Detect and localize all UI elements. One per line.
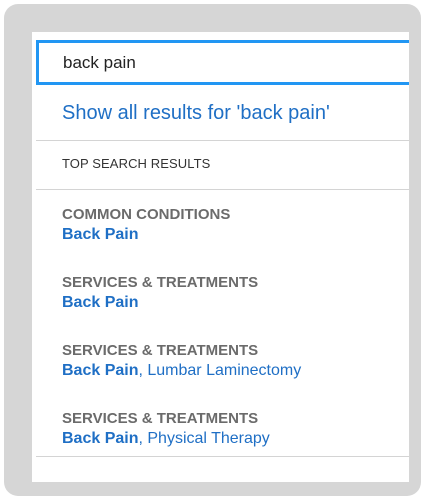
result-category: COMMON CONDITIONS bbox=[62, 206, 231, 223]
window-frame: Show all results for 'back pain' TOP SEA… bbox=[4, 4, 421, 496]
divider bbox=[36, 189, 409, 190]
result-title-rest: , Lumbar Laminectomy bbox=[138, 362, 302, 379]
result-title-rest: , Physical Therapy bbox=[138, 430, 270, 447]
result-title-match: Back Pain bbox=[62, 362, 139, 379]
search-result-item[interactable]: SERVICES & TREATMENTS Back Pain, Physica… bbox=[62, 409, 270, 449]
top-search-results-heading: TOP SEARCH RESULTS bbox=[62, 156, 211, 171]
divider bbox=[36, 456, 409, 457]
result-title[interactable]: Back Pain bbox=[62, 292, 258, 313]
search-result-item[interactable]: SERVICES & TREATMENTS Back Pain bbox=[62, 273, 258, 313]
result-title[interactable]: Back Pain bbox=[62, 224, 230, 245]
search-box[interactable] bbox=[36, 40, 409, 85]
result-category: SERVICES & TREATMENTS bbox=[62, 274, 259, 291]
result-category: SERVICES & TREATMENTS bbox=[62, 342, 259, 359]
result-title-match: Back Pain bbox=[62, 294, 139, 311]
search-input[interactable] bbox=[63, 43, 393, 82]
divider bbox=[36, 140, 409, 141]
result-category: SERVICES & TREATMENTS bbox=[62, 410, 259, 427]
result-title-match: Back Pain bbox=[62, 226, 139, 243]
search-result-item[interactable]: COMMON CONDITIONS Back Pain bbox=[62, 205, 230, 245]
result-title[interactable]: Back Pain, Lumbar Laminectomy bbox=[62, 360, 301, 381]
search-result-item[interactable]: SERVICES & TREATMENTS Back Pain, Lumbar … bbox=[62, 341, 301, 381]
search-dropdown-panel: Show all results for 'back pain' TOP SEA… bbox=[32, 32, 409, 482]
result-title[interactable]: Back Pain, Physical Therapy bbox=[62, 428, 270, 449]
show-all-results-link[interactable]: Show all results for 'back pain' bbox=[62, 102, 330, 125]
result-title-match: Back Pain bbox=[62, 430, 139, 447]
